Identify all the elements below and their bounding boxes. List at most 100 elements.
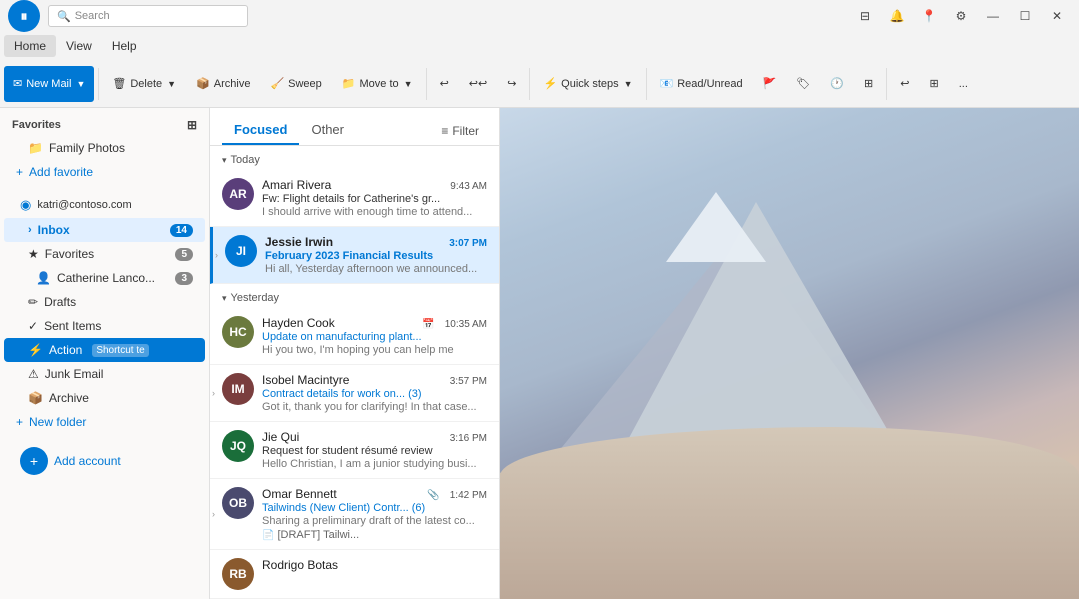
ribbon-sep-5 bbox=[886, 68, 887, 100]
archive-label: Archive bbox=[214, 78, 251, 90]
chevron-down-yesterday-icon: ▾ bbox=[222, 293, 227, 304]
favorites-section: Favorites ⊞ 📁 Family Photos + Add favori… bbox=[0, 108, 209, 188]
delete-label: Delete bbox=[130, 78, 162, 90]
filter-button[interactable]: ≡ Filter bbox=[433, 120, 487, 142]
account-item[interactable]: ◉ katri@contoso.com bbox=[4, 192, 205, 218]
preview-amari: I should arrive with enough time to atte… bbox=[262, 206, 487, 218]
favorites-header[interactable]: Favorites ⊞ bbox=[0, 112, 209, 136]
taskbar-icon[interactable]: ⊟ bbox=[851, 2, 879, 30]
title-bar-left: ⏸ 🔍 Search bbox=[8, 0, 248, 32]
action-shortcut: Shortcut te bbox=[92, 344, 148, 357]
add-icon: + bbox=[16, 165, 23, 179]
sent-label: Sent Items bbox=[44, 319, 101, 333]
read-unread-button[interactable]: 📧 Read/Unread bbox=[651, 66, 752, 102]
sidebar-item-family-photos[interactable]: 📁 Family Photos bbox=[4, 136, 205, 160]
search-bar[interactable]: 🔍 Search bbox=[48, 5, 248, 27]
email-draft-omar: 📄 [DRAFT] Tailwi... bbox=[262, 529, 487, 541]
sidebar-item-junk[interactable]: ⚠ Junk Email bbox=[4, 362, 205, 386]
quick-steps-button[interactable]: ⚡ Quick steps ▼ bbox=[534, 66, 641, 102]
forward-button[interactable]: ↪ bbox=[498, 66, 525, 102]
maximize-button[interactable]: ☐ bbox=[1011, 2, 1039, 30]
tab-focused[interactable]: Focused bbox=[222, 116, 299, 145]
location-icon[interactable]: 📍 bbox=[915, 2, 943, 30]
sidebar-item-favorites-sub[interactable]: ★ Favorites 5 bbox=[4, 242, 205, 266]
action-label: Action bbox=[49, 343, 82, 357]
inbox-chevron-icon bbox=[28, 224, 32, 236]
time-amari: 9:43 AM bbox=[450, 181, 487, 192]
new-mail-dropdown-icon[interactable]: ▼ bbox=[76, 79, 85, 89]
view-button[interactable]: ⊞ bbox=[855, 66, 882, 102]
close-button[interactable]: ✕ bbox=[1043, 2, 1071, 30]
reply-all-button[interactable]: ↩↩ bbox=[460, 66, 496, 102]
email-tabs: Focused Other ≡ Filter bbox=[210, 108, 499, 146]
drafts-label: Drafts bbox=[44, 295, 76, 309]
email-header-isobel: Isobel Macintyre 3:57 PM bbox=[262, 373, 487, 387]
new-mail-button[interactable]: ✉ New Mail ▼ bbox=[4, 66, 94, 102]
quick-steps-dropdown-icon[interactable]: ▼ bbox=[624, 79, 633, 89]
subject-omar: Tailwinds (New Client) Contr... (6) bbox=[262, 502, 487, 514]
sweep-label: Sweep bbox=[288, 78, 322, 90]
chevron-down-icon: ▾ bbox=[222, 155, 227, 166]
move-to-button[interactable]: 📁 Move to ▼ bbox=[333, 66, 422, 102]
flag-button[interactable]: 🚩 bbox=[754, 66, 786, 102]
sidebar-item-catherine[interactable]: 👤 Catherine Lanco... 3 bbox=[4, 266, 205, 290]
sand-dune-primary bbox=[500, 427, 1079, 599]
sidebar-item-action[interactable]: ⚡ Action Shortcut te bbox=[4, 338, 205, 362]
tags-button[interactable]: 🏷 bbox=[787, 66, 819, 102]
tab-other[interactable]: Other bbox=[299, 116, 356, 145]
calendar-icon: 📅 bbox=[422, 319, 434, 330]
sidebar-item-archive[interactable]: 📦 Archive bbox=[4, 386, 205, 410]
email-item-jessie[interactable]: › JI Jessie Irwin 3:07 PM February 2023 … bbox=[210, 227, 499, 284]
pause-icon: ⏸ bbox=[21, 8, 28, 25]
sidebar-item-sent[interactable]: ✓ Sent Items bbox=[4, 314, 205, 338]
more-button[interactable]: ... bbox=[950, 66, 977, 102]
inbox-badge: 14 bbox=[170, 224, 193, 237]
email-item-hayden[interactable]: HC Hayden Cook 📅 10:35 AM Update on manu… bbox=[210, 308, 499, 365]
email-item-jie[interactable]: JQ Jie Qui 3:16 PM Request for student r… bbox=[210, 422, 499, 479]
email-item-rodrigo[interactable]: RB Rodrigo Botas bbox=[210, 550, 499, 599]
move-dropdown-icon[interactable]: ▼ bbox=[404, 79, 413, 89]
read-unread-label: Read/Unread bbox=[677, 78, 742, 90]
sweep-button[interactable]: 🧹 Sweep bbox=[261, 66, 330, 102]
sender-isobel: Isobel Macintyre bbox=[262, 373, 349, 387]
sender-jessie: Jessie Irwin bbox=[265, 235, 333, 249]
time-jie: 3:16 PM bbox=[450, 433, 487, 444]
minimize-button[interactable]: — bbox=[979, 2, 1007, 30]
catherine-badge: 3 bbox=[175, 272, 193, 285]
add-account-item[interactable]: + Add account bbox=[4, 442, 205, 480]
filter-label: Filter bbox=[452, 124, 479, 138]
email-item-omar[interactable]: › OB Omar Bennett 📎 1:42 PM Tailwinds (N… bbox=[210, 479, 499, 550]
email-content-omar: Omar Bennett 📎 1:42 PM Tailwinds (New Cl… bbox=[262, 487, 487, 541]
draft-label-omar: [DRAFT] Tailwi... bbox=[277, 529, 359, 541]
undo-button[interactable]: ↩ bbox=[891, 66, 918, 102]
archive-folder-icon: 📦 bbox=[28, 391, 43, 405]
catherine-label: Catherine Lanco... bbox=[57, 271, 155, 285]
quick-steps-label: Quick steps bbox=[561, 78, 618, 90]
avatar-jessie: JI bbox=[225, 235, 257, 267]
new-folder-link[interactable]: + New folder bbox=[0, 410, 209, 434]
menu-bar: Home View Help bbox=[0, 32, 1079, 60]
archive-icon: 📦 bbox=[196, 77, 210, 90]
sidebar-item-inbox[interactable]: Inbox 14 bbox=[4, 218, 205, 242]
mountain-snow bbox=[666, 192, 766, 262]
add-favorite-link[interactable]: + Add favorite bbox=[0, 160, 209, 184]
subject-jessie: February 2023 Financial Results bbox=[265, 250, 487, 262]
email-item-amari[interactable]: AR Amari Rivera 9:43 AM Fw: Flight detai… bbox=[210, 170, 499, 227]
delete-button[interactable]: 🗑 Delete ▼ bbox=[103, 66, 185, 102]
bell-icon[interactable]: 🔔 bbox=[883, 2, 911, 30]
new-mail-icon: ✉ bbox=[13, 77, 22, 90]
menu-view[interactable]: View bbox=[56, 35, 102, 57]
sidebar-item-drafts[interactable]: ✏ Drafts bbox=[4, 290, 205, 314]
account-section: ◉ katri@contoso.com Inbox 14 ★ Favorites… bbox=[0, 188, 209, 438]
preview-jessie: Hi all, Yesterday afternoon we announced… bbox=[265, 263, 487, 275]
archive-button[interactable]: 📦 Archive bbox=[187, 66, 259, 102]
delete-dropdown-icon[interactable]: ▼ bbox=[167, 79, 176, 89]
email-item-isobel[interactable]: › IM Isobel Macintyre 3:57 PM Contract d… bbox=[210, 365, 499, 422]
settings-icon[interactable]: ⚙ bbox=[947, 2, 975, 30]
clock-button[interactable]: 🕐 bbox=[821, 66, 853, 102]
grid-button[interactable]: ⊞ bbox=[920, 66, 947, 102]
menu-home[interactable]: Home bbox=[4, 35, 56, 57]
reply-button[interactable]: ↩ bbox=[431, 66, 458, 102]
menu-help[interactable]: Help bbox=[102, 35, 147, 57]
email-content-hayden: Hayden Cook 📅 10:35 AM Update on manufac… bbox=[262, 316, 487, 356]
